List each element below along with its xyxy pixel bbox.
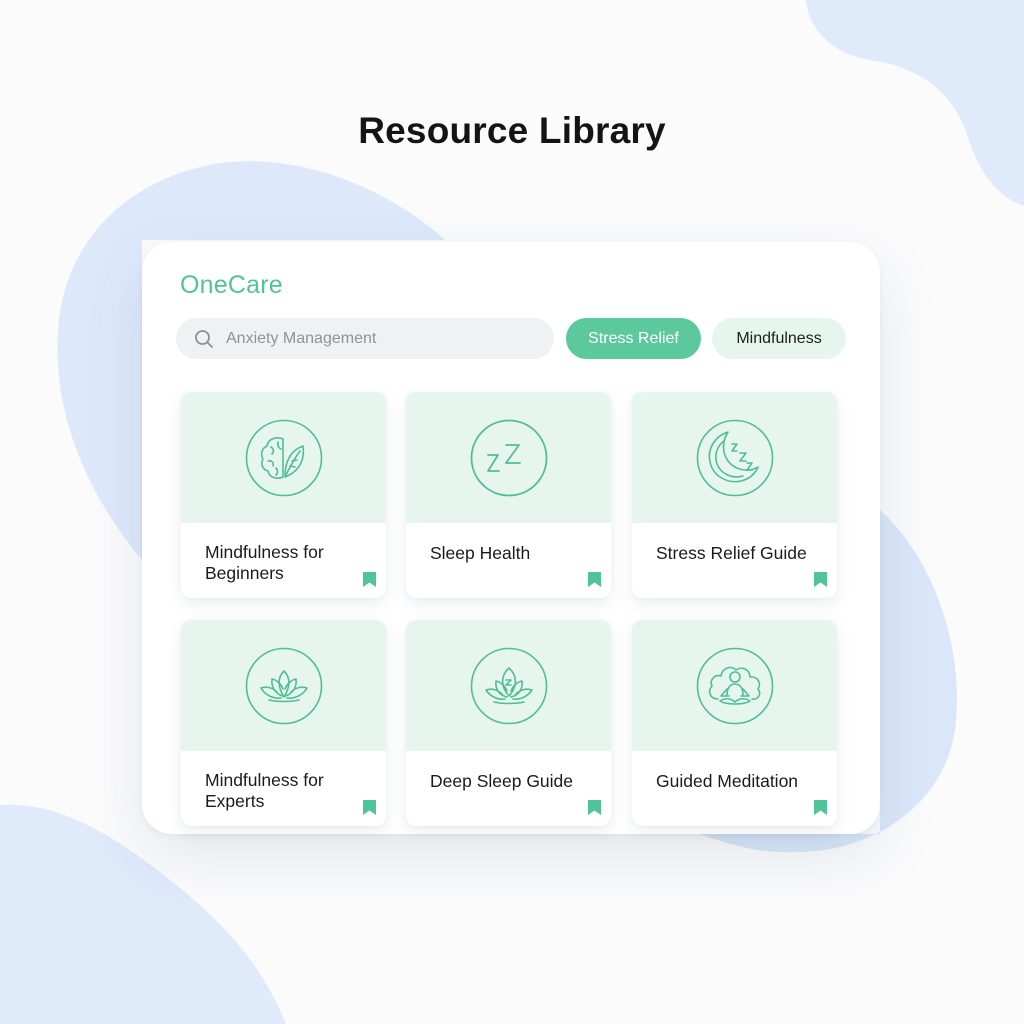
brain-leaf-icon	[245, 419, 323, 497]
card-title: Guided Meditation	[656, 771, 799, 791]
resource-card[interactable]: Mindfulness for Beginners	[181, 392, 386, 598]
resource-card[interactable]: Stress Relief Guide	[632, 392, 837, 598]
card-title: Stress Relief Guide	[656, 543, 807, 563]
resource-card[interactable]: Mindfulness for Experts	[181, 620, 386, 826]
card-title: Sleep Health	[430, 543, 531, 563]
background-blob-top-right	[806, 0, 1024, 206]
resource-card[interactable]: Sleep Health	[406, 392, 611, 598]
moon-zz-icon	[696, 419, 774, 497]
search-input[interactable]	[226, 329, 526, 348]
resource-card[interactable]: Guided Meditation	[632, 620, 837, 826]
bookmark-icon[interactable]	[814, 572, 827, 587]
card-title: Deep Sleep Guide	[430, 771, 574, 791]
filter-chip-mindfulness[interactable]: Mindfulness	[712, 318, 846, 359]
page-title: Resource Library	[358, 110, 666, 151]
search-icon	[195, 329, 213, 348]
card-title: Mindfulness for Experts	[205, 770, 324, 811]
lotus-icon	[245, 647, 323, 725]
meditation-person-icon	[696, 647, 774, 725]
filter-chip-stress-relief[interactable]: Stress Relief	[566, 318, 701, 359]
bookmark-icon[interactable]	[588, 800, 601, 815]
lotus-sleep-icon	[470, 647, 548, 725]
app-window: OneCare Stress Relief Mindfulness Mindfu…	[142, 242, 880, 834]
card-title: Mindfulness for Beginners	[205, 542, 324, 583]
bookmark-icon[interactable]	[814, 800, 827, 815]
background-blob-bottom-left	[0, 804, 286, 1024]
bookmark-icon[interactable]	[363, 572, 376, 587]
sleep-zz-icon	[470, 419, 548, 497]
search-bar[interactable]	[176, 318, 554, 359]
resource-card[interactable]: Deep Sleep Guide	[406, 620, 611, 826]
bookmark-icon[interactable]	[588, 572, 601, 587]
app-brand: OneCare	[180, 271, 283, 299]
bookmark-icon[interactable]	[363, 800, 376, 815]
